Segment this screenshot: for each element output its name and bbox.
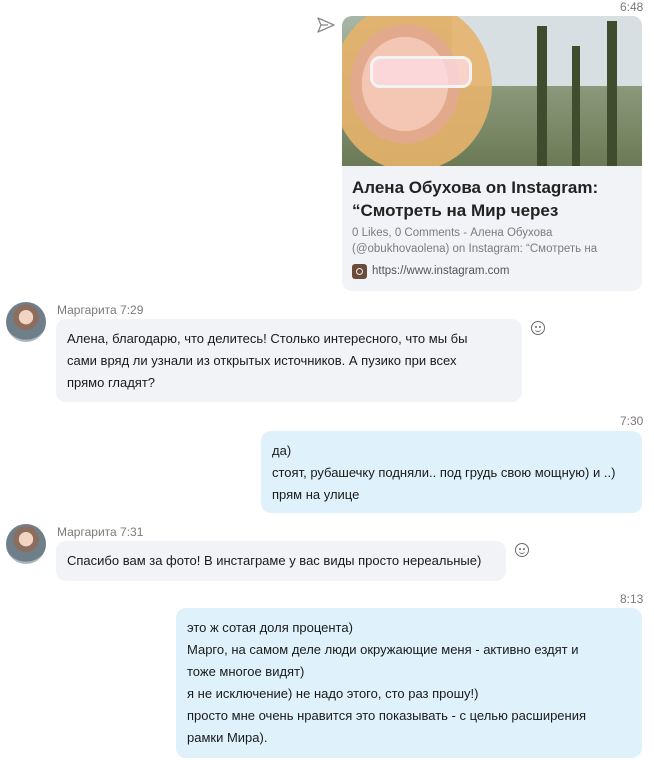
message-line: тоже многое видят) [187, 664, 305, 679]
sender-name[interactable]: Маргарита [57, 525, 117, 539]
link-preview-source[interactable]: https://www.instagram.com [352, 263, 509, 279]
message-line: просто мне очень нравится это показывать… [187, 708, 587, 723]
message-line: стоят, рубашечку подняли.. под грудь сво… [272, 465, 616, 480]
message-line: прям на улице [272, 487, 360, 502]
link-preview-card[interactable]: Алена Обухова on Instagram: “Смотреть на… [342, 16, 642, 291]
message-bubble[interactable]: да) стоят, рубашечку подняли.. под грудь… [261, 431, 642, 513]
instagram-icon [352, 263, 367, 279]
send-icon [317, 17, 335, 33]
message-line: Алена, благодарю, что делитесь! Столько … [67, 331, 468, 346]
message-time: 7:31 [120, 525, 144, 539]
sender-info: Маргарита 7:31 [57, 525, 143, 539]
message-line: я не исключение) не надо этого, сто раз … [187, 686, 479, 701]
message-time: 6:48 [620, 0, 644, 14]
link-preview-url[interactable]: https://www.instagram.com [372, 265, 509, 277]
message-time: 7:29 [120, 303, 144, 317]
sender-info: Маргарита 7:29 [57, 303, 143, 317]
message-line: прямо гладят? [67, 375, 156, 390]
sender-name[interactable]: Маргарита [57, 303, 117, 317]
avatar[interactable] [6, 302, 46, 342]
message-bubble[interactable]: это ж сотая доля процента) Марго, на сам… [176, 608, 642, 758]
message-bubble[interactable]: Алена, благодарю, что делитесь! Столько … [56, 319, 522, 402]
message-line: да) [272, 443, 292, 458]
message-line: рамки Мира). [187, 730, 268, 745]
message-bubble[interactable]: Спасибо вам за фото! В инстаграме у вас … [56, 541, 506, 581]
message-time: 8:13 [620, 592, 644, 606]
reaction-emoji-icon[interactable] [515, 543, 529, 557]
avatar[interactable] [6, 524, 46, 564]
message-line: это ж сотая доля процента) [187, 620, 353, 635]
reaction-emoji-icon[interactable] [531, 321, 545, 335]
link-preview-image[interactable] [342, 16, 642, 166]
message-line: Спасибо вам за фото! В инстаграме у вас … [67, 553, 482, 568]
message-line: Марго, на самом деле люди окружающие мен… [187, 642, 579, 657]
link-preview-title[interactable]: Алена Обухова on Instagram: “Смотреть на… [352, 176, 634, 222]
message-time: 7:30 [620, 414, 644, 428]
message-line: сами вряд ли узнали из открытых источник… [67, 353, 457, 368]
link-preview-description: 0 Likes, 0 Comments - Алена Обухова (@ob… [352, 227, 598, 255]
